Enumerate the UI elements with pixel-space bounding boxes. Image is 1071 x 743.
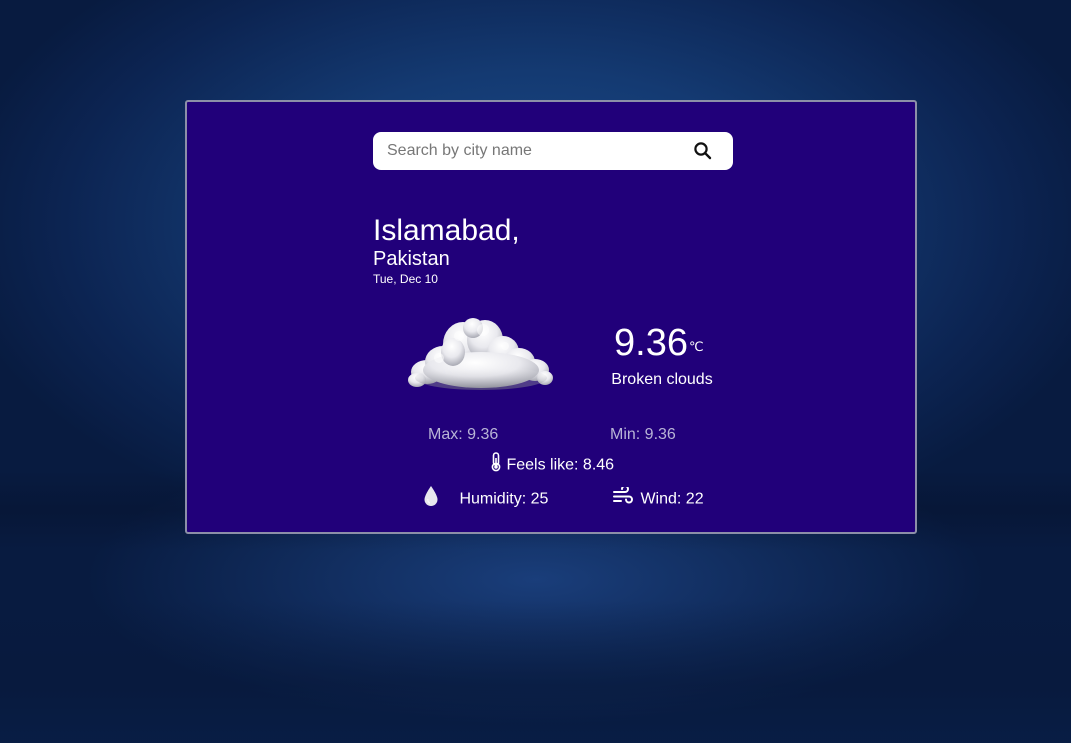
country-name: Pakistan: [373, 248, 450, 270]
thermometer-icon: [490, 452, 502, 479]
weather-description: Broken clouds: [611, 371, 713, 388]
temperature-unit: ℃: [688, 339, 704, 354]
wind: Wind: 22: [612, 485, 704, 512]
feels-like-label: Feels like: 8.46: [506, 456, 615, 474]
current-date: Tue, Dec 10: [373, 272, 438, 286]
max-temperature: Max: 9.36: [428, 426, 499, 443]
city-name: Islamabad,: [373, 214, 520, 247]
temperature: 9.36℃: [614, 322, 704, 364]
cloud-icon: [407, 314, 555, 396]
feels-like: Feels like: 8.46: [490, 452, 614, 479]
wind-icon: [612, 485, 634, 512]
min-temperature: Min: 9.36: [610, 426, 676, 443]
wind-label: Wind: 22: [640, 490, 704, 508]
temperature-value: 9.36: [614, 322, 688, 364]
humidity-label: Humidity: 25: [459, 490, 549, 508]
background-floor: [0, 600, 1071, 743]
search-input[interactable]: [387, 132, 677, 170]
search-icon[interactable]: [693, 141, 713, 161]
search-bar: [373, 132, 733, 170]
weather-card: Islamabad, Pakistan Tue, Dec 10: [185, 100, 917, 534]
humidity: Humidity: 25: [423, 485, 548, 514]
water-drop-icon: [423, 485, 439, 514]
